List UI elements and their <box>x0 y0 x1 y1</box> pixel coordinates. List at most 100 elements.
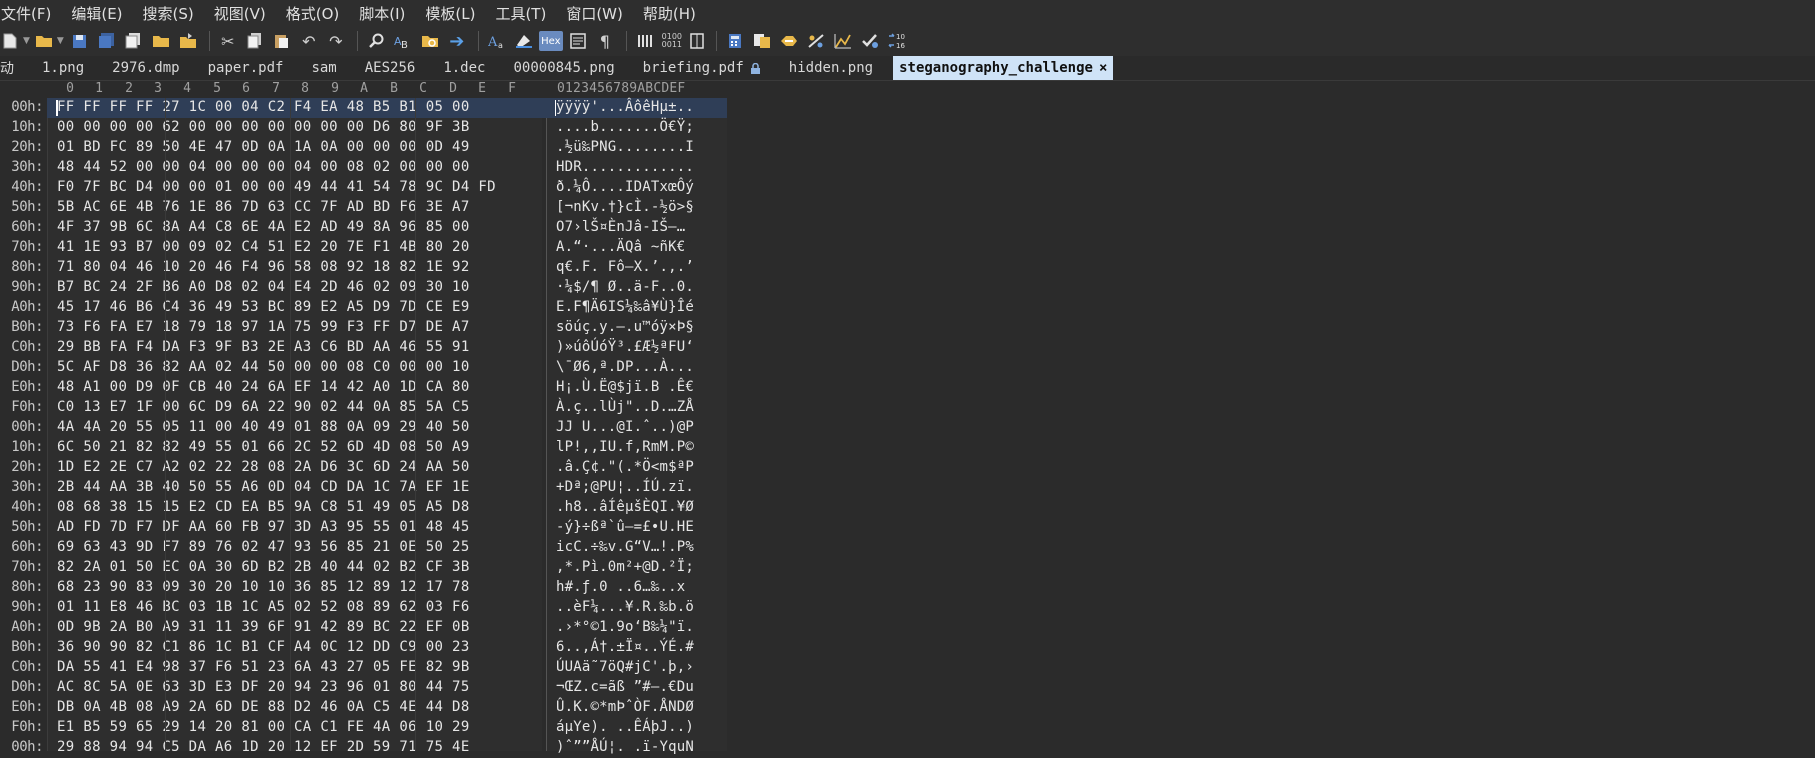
checksum-icon[interactable] <box>777 30 801 52</box>
row-ascii[interactable]: h#.ƒ.0 ..6…‰..x <box>556 579 685 595</box>
row-hex-bytes[interactable]: 73 F6 FA E7 18 79 18 97 1A 75 99 F3 FF D… <box>57 319 470 335</box>
find-icon[interactable] <box>364 30 388 52</box>
hex-row[interactable]: 40h: F0 7F BC D4 00 00 01 00 00 49 44 41 … <box>0 178 740 198</box>
row-hex-bytes[interactable]: 08 68 38 15 15 E2 CD EA B5 9A C8 51 49 0… <box>57 499 470 515</box>
hex-row[interactable]: B0h: 36 90 90 82 C1 86 1C B1 CF A4 0C 12 … <box>0 638 740 658</box>
close-tab-icon[interactable]: × <box>1099 60 1107 76</box>
menu-item[interactable]: 视图(V) <box>204 3 276 24</box>
hex-row[interactable]: 70h: 41 1E 93 B7 00 09 02 C4 51 E2 20 7E … <box>0 238 740 258</box>
chevron-down-icon[interactable]: ▼ <box>23 36 30 46</box>
row-hex-bytes[interactable]: AD FD 7D F7 DF AA 60 FB 97 3D A3 95 55 0… <box>57 519 470 535</box>
split-view-icon[interactable] <box>687 30 707 52</box>
row-ascii[interactable]: )ˆ””ÅÚ¦. .ï-YquN <box>556 739 694 755</box>
row-hex-bytes[interactable]: 29 BB FA F4 DA F3 9F B3 2E A3 C6 BD AA 4… <box>57 339 470 355</box>
file-tab[interactable]: 动 <box>0 56 28 80</box>
row-ascii[interactable]: E.F¶Ä6IS¼‰â¥Ù}Îé <box>556 299 694 315</box>
hex-row[interactable]: 20h: 01 BD FC 89 50 4E 47 0D 0A 1A 0A 00 … <box>0 138 740 158</box>
file-tab[interactable]: 1.png <box>28 56 98 80</box>
hex-row[interactable]: 10h: 00 00 00 00 62 00 00 00 00 00 00 00 … <box>0 118 740 138</box>
row-hex-bytes[interactable]: 5B AC 6E 4B 76 1E 86 7D 63 CC 7F AD BD F… <box>57 199 470 215</box>
row-hex-bytes[interactable]: F0 7F BC D4 00 00 01 00 00 49 44 41 54 7… <box>57 179 496 195</box>
row-ascii[interactable]: )»úôÚóŸ³.£Æ½ªFU‘ <box>556 339 694 355</box>
columns-icon[interactable] <box>633 30 657 52</box>
row-hex-bytes[interactable]: 1D E2 2E C7 A2 02 22 28 08 2A D6 3C 6D 2… <box>57 459 470 475</box>
row-hex-bytes[interactable]: DA 55 41 E4 98 37 F6 51 23 6A 43 27 05 F… <box>57 659 470 675</box>
row-hex-bytes[interactable]: 45 17 46 B6 C4 36 49 53 BC 89 E2 A5 D9 7… <box>57 299 470 315</box>
validate-icon[interactable] <box>858 30 882 52</box>
file-tab[interactable]: briefing.pdf <box>629 56 775 80</box>
row-hex-bytes[interactable]: DB 0A 4B 08 A9 2A 6D DE 88 D2 46 0A C5 4… <box>57 699 470 715</box>
highlight-icon[interactable] <box>512 30 536 52</box>
hex-row[interactable]: C0h: 29 BB FA F4 DA F3 9F B3 2E A3 C6 BD … <box>0 338 740 358</box>
row-hex-bytes[interactable]: 5C AF D8 36 82 AA 02 44 50 00 00 08 C0 0… <box>57 359 470 375</box>
redo-icon[interactable]: ↷ <box>324 30 348 52</box>
save-all-icon[interactable] <box>95 30 119 52</box>
hex-row[interactable]: 40h: 08 68 38 15 15 E2 CD EA B5 9A C8 51 … <box>0 498 740 518</box>
hex-row[interactable]: F0h: C0 13 E7 1F 00 6C D9 6A 22 90 02 44 … <box>0 398 740 418</box>
hex-row[interactable]: D0h: AC 8C 5A 0E 63 3D E3 DF 20 94 23 96 … <box>0 678 740 698</box>
file-tab[interactable]: 2976.dmp <box>98 56 193 80</box>
file-tab[interactable]: sam <box>297 56 350 80</box>
row-hex-bytes[interactable]: 71 80 04 46 10 20 46 F4 96 58 08 92 18 8… <box>57 259 470 275</box>
hex-row[interactable]: D0h: 5C AF D8 36 82 AA 02 44 50 00 00 08 … <box>0 358 740 378</box>
row-ascii[interactable]: HDR............. <box>556 159 694 175</box>
menu-item[interactable]: 搜索(S) <box>133 3 204 24</box>
row-ascii[interactable]: .½ü‰PNG........I <box>556 139 694 155</box>
row-ascii[interactable]: [¬nKv.†}cÌ.-½ö>§ <box>556 199 694 215</box>
row-hex-bytes[interactable]: 48 44 52 00 00 04 00 00 00 04 00 08 02 0… <box>57 159 470 175</box>
row-ascii[interactable]: 6..‚Á†.±Ï¤..ÝÉ.# <box>556 639 694 655</box>
row-hex-bytes[interactable]: 2B 44 AA 3B 40 50 55 A6 0D 04 CD DA 1C 7… <box>57 479 470 495</box>
row-hex-bytes[interactable]: 01 BD FC 89 50 4E 47 0D 0A 1A 0A 00 00 0… <box>57 139 470 155</box>
row-ascii[interactable]: .h8..âÍêµšÈQI.¥Ø <box>556 499 694 515</box>
row-ascii[interactable]: A.“·...ÄQâ ~ñK€ <box>556 239 694 255</box>
row-ascii[interactable]: ....b.......Ö€Ÿ; <box>556 119 694 135</box>
row-ascii[interactable]: +Dª;@PU¦..ÍÚ.zï. <box>556 479 694 495</box>
paste-icon[interactable] <box>270 30 294 52</box>
row-ascii[interactable]: .›*°©1.9o‘B‰¼"ï. <box>556 619 694 635</box>
hex-row[interactable]: 90h: B7 BC 24 2F B6 A0 D8 02 04 E4 2D 46 … <box>0 278 740 298</box>
hex-row[interactable]: 50h: 5B AC 6E 4B 76 1E 86 7D 63 CC 7F AD … <box>0 198 740 218</box>
hex-row[interactable]: 60h: 69 63 43 9D F7 89 76 02 47 93 56 85 … <box>0 538 740 558</box>
row-hex-bytes[interactable]: FF FF FF FF 27 1C 00 04 C2 F4 EA 48 B5 B… <box>57 99 470 115</box>
goto-icon[interactable]: ➔ <box>445 30 469 52</box>
menu-item[interactable]: 编辑(E) <box>61 3 132 24</box>
row-hex-bytes[interactable]: 4A 4A 20 55 05 11 00 40 49 01 88 0A 09 2… <box>57 419 470 435</box>
row-ascii[interactable]: lP!‚‚IU.f,RmM.P© <box>556 439 694 455</box>
hex-row[interactable]: 70h: 82 2A 01 50 EC 0A 30 6D B2 2B 40 44 … <box>0 558 740 578</box>
menu-item[interactable]: 格式(O) <box>276 3 350 24</box>
file-tab[interactable]: 00000845.png <box>499 56 628 80</box>
text-encoding-icon[interactable]: Aa <box>485 30 509 52</box>
hex-row[interactable]: 80h: 68 23 90 83 09 30 20 10 10 36 85 12 … <box>0 578 740 598</box>
row-ascii[interactable]: ÿÿÿÿ'...ÂôêHµ±.. <box>556 99 694 115</box>
row-ascii[interactable]: icC.÷‰v.G“V…!.P% <box>556 539 694 555</box>
menu-item[interactable]: 工具(T) <box>485 3 556 24</box>
row-ascii[interactable]: .â.Ç¢."(.*Ö<m$ªP <box>556 459 694 475</box>
row-ascii[interactable]: q€.F. Fô–X.’.‚.’ <box>556 259 694 275</box>
hex-row[interactable]: A0h: 45 17 46 B6 C4 36 49 53 BC 89 E2 A5 … <box>0 298 740 318</box>
binary-icon[interactable]: 0100 0011 <box>660 30 684 52</box>
row-ascii[interactable]: -ý}÷ßª`û—=£•U.HE <box>556 519 694 535</box>
compare-icon[interactable] <box>750 30 774 52</box>
file-tab[interactable]: 1.dec <box>429 56 499 80</box>
chevron-down-icon[interactable]: ▼ <box>57 36 64 46</box>
row-hex-bytes[interactable]: 48 A1 00 D9 0F CB 40 24 6A EF 14 42 A0 1… <box>57 379 470 395</box>
row-hex-bytes[interactable]: 0D 9B 2A B0 A9 31 11 39 6F 91 42 89 BC 2… <box>57 619 470 635</box>
row-hex-bytes[interactable]: AC 8C 5A 0E 63 3D E3 DF 20 94 23 96 01 8… <box>57 679 470 695</box>
hex-row[interactable]: B0h: 73 F6 FA E7 18 79 18 97 1A 75 99 F3 … <box>0 318 740 338</box>
row-ascii[interactable]: ·¼$/¶ Ø..ä-F..0. <box>556 279 694 295</box>
copy-icon[interactable] <box>243 30 267 52</box>
folder-move-icon[interactable] <box>176 30 200 52</box>
replace-icon[interactable]: AB <box>391 30 415 52</box>
file-tab[interactable]: steganography_challenge × <box>893 56 1114 80</box>
row-hex-bytes[interactable]: 69 63 43 9D F7 89 76 02 47 93 56 85 21 0… <box>57 539 470 555</box>
menu-item[interactable]: 模板(L) <box>415 3 485 24</box>
row-ascii[interactable]: ð.¼Ô....IDATxœÔý <box>556 179 694 195</box>
calculator-icon[interactable] <box>723 30 747 52</box>
open-folder-icon[interactable] <box>34 30 54 52</box>
edit-as-icon[interactable] <box>566 30 590 52</box>
menu-item[interactable]: 帮助(H) <box>633 3 706 24</box>
row-ascii[interactable]: H¡.Ù.Ë@$jï.B .Ê€ <box>556 379 694 395</box>
row-hex-bytes[interactable]: 00 00 00 00 62 00 00 00 00 00 00 00 D6 8… <box>57 119 470 135</box>
menu-item[interactable]: 文件(F) <box>0 3 61 24</box>
hex-panel[interactable]: 00h: FF FF FF FF 27 1C 00 04 C2 F4 EA 48 … <box>0 98 1815 755</box>
